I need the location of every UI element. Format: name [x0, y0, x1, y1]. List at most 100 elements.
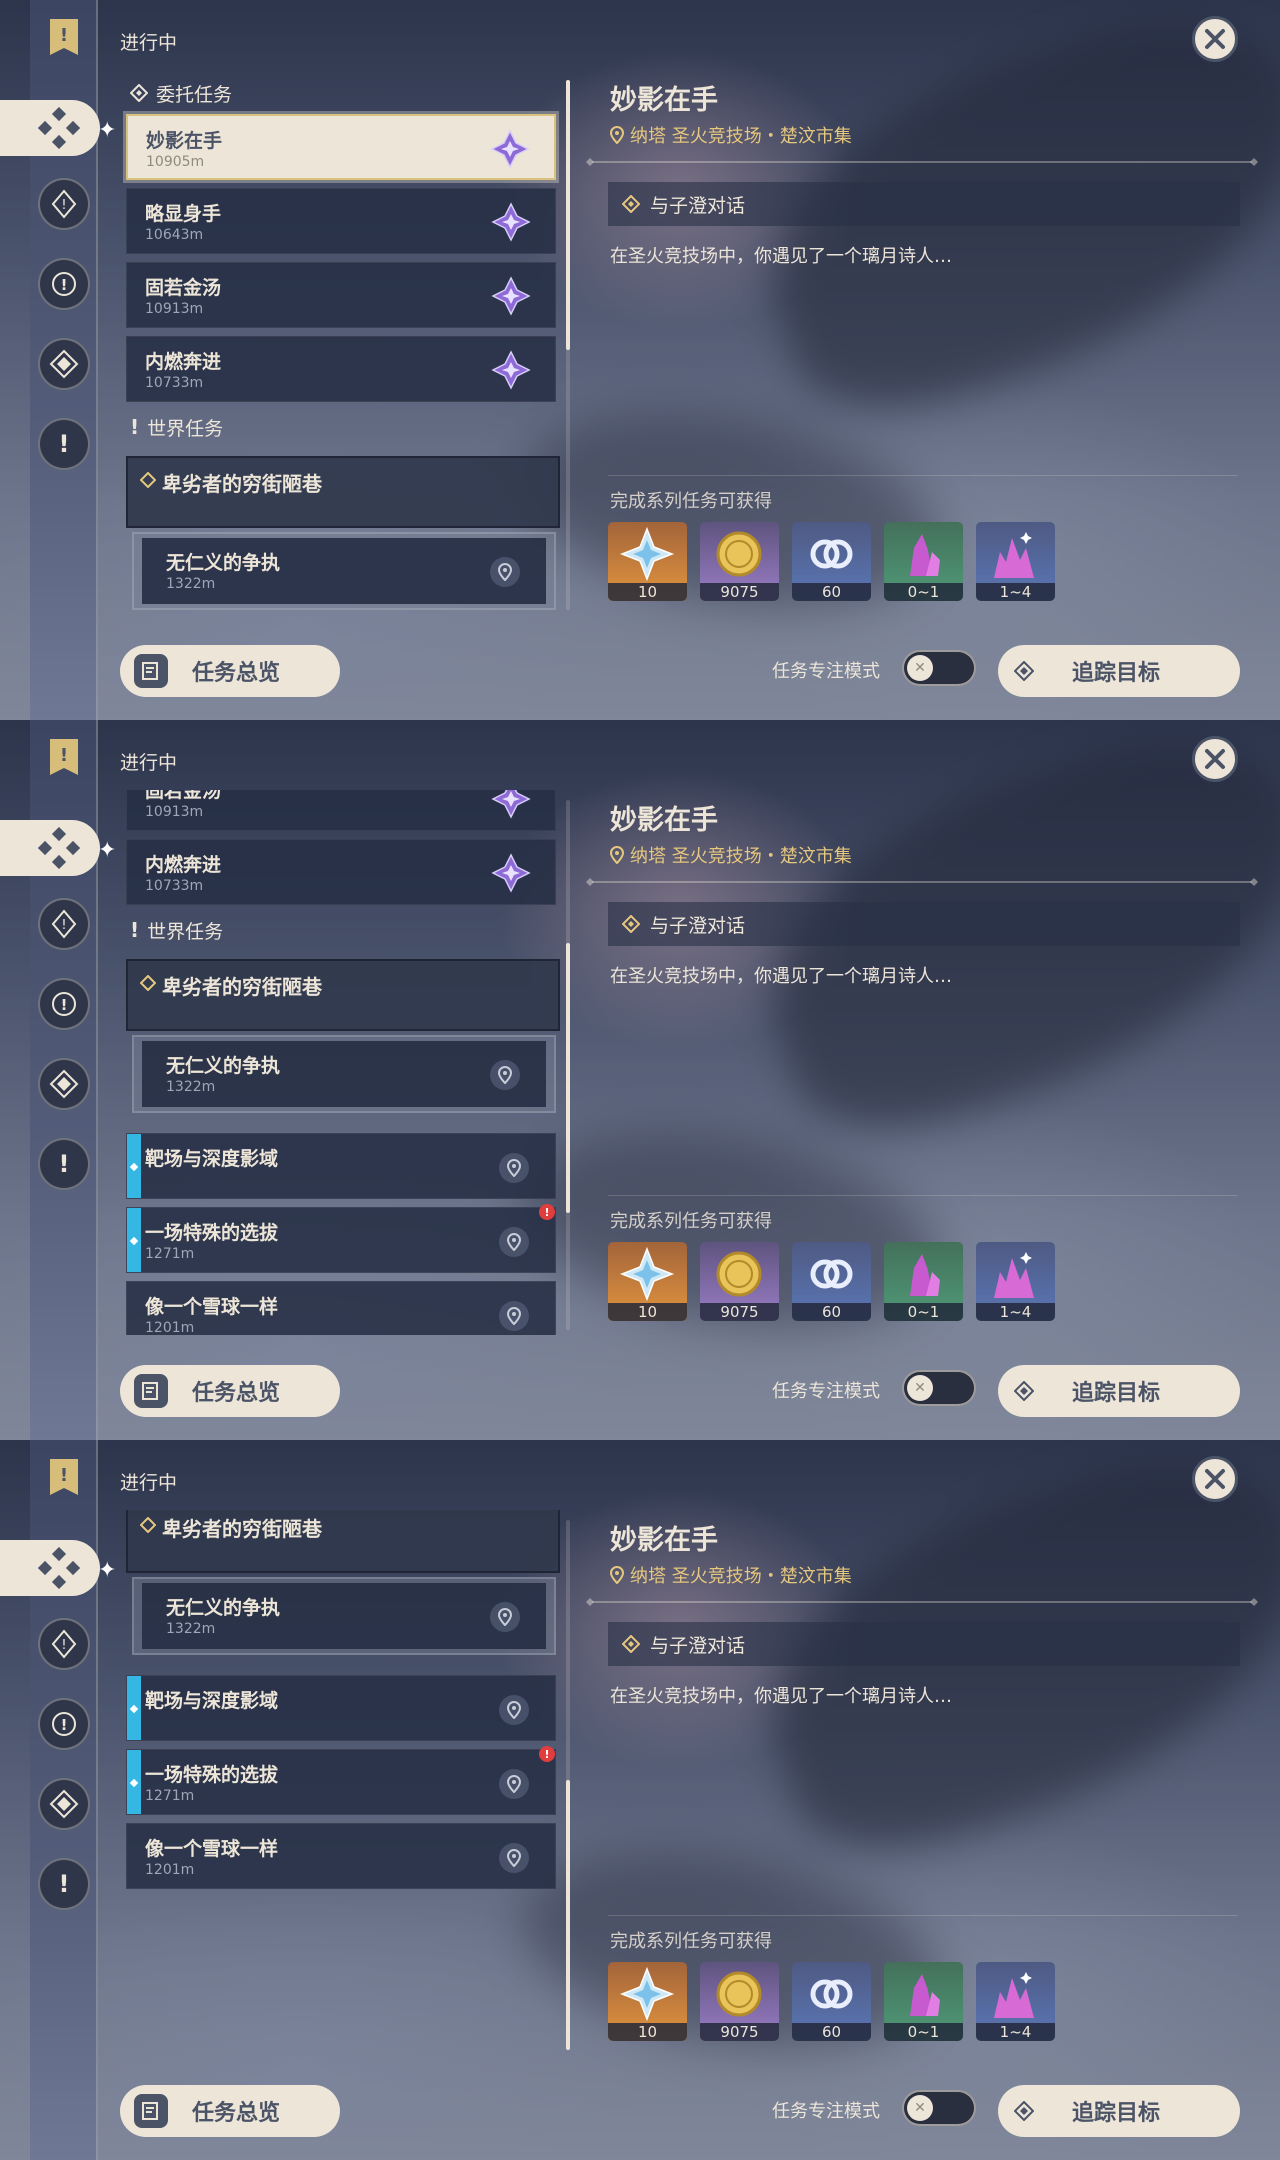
quest-list[interactable]: 委托任务妙影在手10905m 略显身手10643m 固若金汤10913m 内燃奔进10… [118, 70, 568, 615]
quest-distance: 10905m [146, 154, 205, 170]
svg-text:!: ! [60, 745, 68, 766]
world-quest-item[interactable]: 像一个雪球一样 1201m [126, 1281, 556, 1335]
commission-quest-item[interactable]: 固若金汤 10913m [126, 790, 556, 831]
commission-quest-item[interactable]: 妙影在手 10905m [126, 114, 556, 180]
quest-book-icon[interactable]: ! [42, 734, 86, 780]
quest-distance: 1201m [145, 1320, 195, 1335]
location-pin-icon[interactable] [499, 1769, 529, 1799]
track-target-button[interactable]: 追踪目标 [998, 2085, 1240, 2137]
track-target-button[interactable]: 追踪目标 [998, 1365, 1240, 1417]
reward-crystal-cluster[interactable]: 1~4 [976, 1242, 1055, 1321]
reward-crystal-cluster[interactable]: 1~4 [976, 1962, 1055, 2041]
quest-list[interactable]: 委托任务妙影在手10905m略显身手10643m固若金汤10913m内燃奔进10… [118, 1510, 568, 2055]
quest-book-icon[interactable]: ! [42, 14, 86, 60]
scrollbar-thumb[interactable] [566, 943, 570, 1213]
reward-divider [608, 1915, 1238, 1916]
scrollbar-thumb[interactable] [566, 1780, 570, 2050]
reward-primogem[interactable]: 10 [608, 1962, 687, 2041]
track-target-button[interactable]: 追踪目标 [998, 645, 1240, 697]
nav-story-quest-tab[interactable]: ! [38, 258, 90, 310]
mora-icon [716, 531, 762, 577]
scrollbar-thumb[interactable] [566, 80, 570, 350]
sparkle-icon: ✦ [98, 838, 117, 863]
nav-commission-tab[interactable] [0, 820, 100, 876]
nav-world-quest-tab[interactable]: ! [38, 1858, 90, 1910]
nav-commission-quest-tab[interactable] [38, 338, 90, 390]
svg-text:!: ! [61, 918, 66, 933]
world-quest-item[interactable]: 靶场与深度影域 [126, 1675, 556, 1741]
group-diamond-icon [140, 975, 156, 991]
quest-overview-button[interactable]: 任务总览 [120, 2085, 340, 2137]
nav-commission-quest-tab[interactable] [38, 1778, 90, 1830]
nav-archon-quest-tab[interactable]: ! [38, 1618, 90, 1670]
nav-commission-quest-tab[interactable] [38, 1058, 90, 1110]
world-quest-item[interactable]: 一场特殊的选拔 1271m! [126, 1204, 556, 1273]
location-pin-icon[interactable] [499, 1227, 529, 1257]
close-button[interactable] [1192, 16, 1238, 62]
nav-story-quest-tab[interactable]: ! [38, 978, 90, 1030]
world-quest-item[interactable]: 一场特殊的选拔 1271m! [126, 1746, 556, 1815]
focus-mode-toggle[interactable]: ✕ [902, 1370, 976, 1406]
quest-distance: 10733m [145, 375, 204, 391]
toggle-off-icon: ✕ [907, 2095, 933, 2121]
section-label: 委托任务 [156, 83, 233, 106]
quest-list-scrollbar[interactable] [566, 800, 570, 1330]
focus-mode-toggle[interactable]: ✕ [902, 650, 976, 686]
commission-quest-item[interactable]: 略显身手 10643m [126, 188, 556, 254]
reward-primogem[interactable]: 10 [608, 1242, 687, 1321]
quest-list[interactable]: 委托任务妙影在手10905m略显身手10643m固若金汤10913m内燃奔进10… [118, 790, 568, 1335]
commission-quest-item[interactable]: 内燃奔进 10733m [126, 336, 556, 402]
quest-list-scrollbar[interactable] [566, 80, 570, 610]
world-quest-group[interactable]: 卑劣者的穷街陋巷 [126, 1510, 560, 1573]
detail-divider [586, 1598, 1258, 1606]
location-pin-icon[interactable] [499, 1843, 529, 1873]
world-quest-item[interactable]: 靶场与深度影域 [126, 1133, 556, 1199]
reward-crystal-chunk[interactable]: 0~1 [884, 1242, 963, 1321]
reward-crystal-chunk[interactable]: 0~1 [884, 522, 963, 601]
close-button[interactable] [1192, 736, 1238, 782]
nav-archon-quest-tab[interactable]: ! [38, 178, 90, 230]
sub-quest-item[interactable]: 无仁义的争执 1322m [142, 1583, 546, 1649]
reward-mora[interactable]: 9075 [700, 1962, 779, 2041]
rewards-label: 完成系列任务可获得 [610, 1931, 772, 1952]
quest-overview-button[interactable]: 任务总览 [120, 1365, 340, 1417]
location-pin-icon[interactable] [490, 1602, 520, 1632]
sub-quest-item[interactable]: 无仁义的争执 1322m [142, 538, 546, 604]
quest-book-icon[interactable]: ! [42, 1454, 86, 1500]
location-pin-icon[interactable] [499, 1695, 529, 1725]
reward-friendship[interactable]: 60 [792, 522, 871, 601]
location-pin-icon[interactable] [499, 1153, 529, 1183]
reward-primogem[interactable]: 10 [608, 522, 687, 601]
sub-quest-item[interactable]: 无仁义的争执 1322m [142, 1041, 546, 1107]
reward-count: 10 [608, 1303, 687, 1321]
toggle-off-icon: ✕ [907, 1375, 933, 1401]
world-quest-item[interactable]: 像一个雪球一样 1201m [126, 1823, 556, 1889]
reward-mora[interactable]: 9075 [700, 1242, 779, 1321]
nav-commission-tab[interactable] [0, 100, 100, 156]
commission-quest-item[interactable]: 固若金汤 10913m [126, 262, 556, 328]
focus-mode-toggle[interactable]: ✕ [902, 2090, 976, 2126]
location-pin-icon[interactable] [499, 1301, 529, 1331]
nav-world-quest-tab[interactable]: ! [38, 1138, 90, 1190]
status-label: 进行中 [120, 1472, 178, 1494]
nav-commission-tab[interactable] [0, 1540, 100, 1596]
reward-mora[interactable]: 9075 [700, 522, 779, 601]
quest-overview-button[interactable]: 任务总览 [120, 645, 340, 697]
reward-friendship[interactable]: 60 [792, 1962, 871, 2041]
reward-friendship[interactable]: 60 [792, 1242, 871, 1321]
close-button[interactable] [1192, 1456, 1238, 1502]
quest-list-scrollbar[interactable] [566, 1520, 570, 2050]
nav-archon-quest-tab[interactable]: ! [38, 898, 90, 950]
location-pin-icon[interactable] [490, 557, 520, 587]
commission-quest-item[interactable]: 内燃奔进 10733m [126, 839, 556, 905]
world-section-icon: ! [130, 415, 140, 439]
nav-world-quest-tab[interactable]: ! [38, 418, 90, 470]
world-quest-group[interactable]: 卑劣者的穷街陋巷 [126, 456, 560, 528]
nav-story-quest-tab[interactable]: ! [38, 1698, 90, 1750]
location-pin-icon[interactable] [490, 1060, 520, 1090]
sparkle-icon: ✦ [98, 1558, 117, 1583]
reward-crystal-chunk[interactable]: 0~1 [884, 1962, 963, 2041]
world-quest-group[interactable]: 卑劣者的穷街陋巷 [126, 959, 560, 1031]
svg-text:!: ! [61, 198, 66, 213]
reward-crystal-cluster[interactable]: 1~4 [976, 522, 1055, 601]
